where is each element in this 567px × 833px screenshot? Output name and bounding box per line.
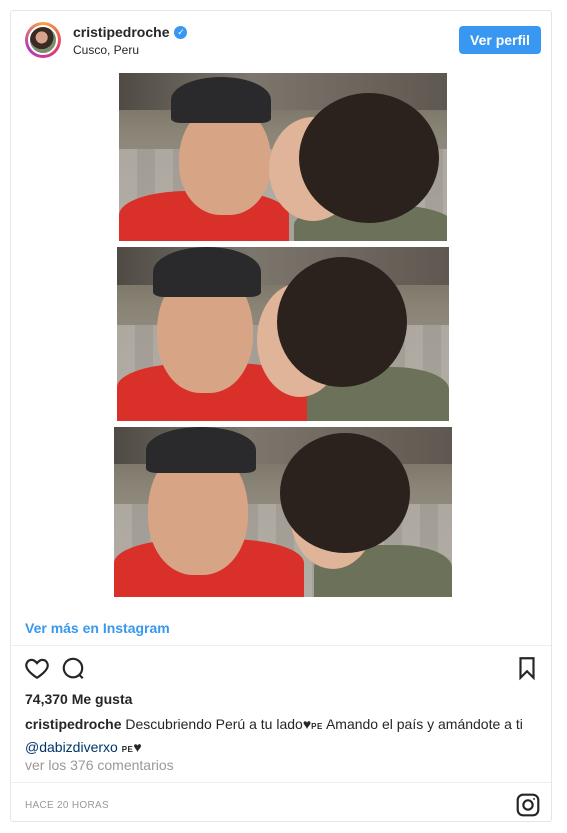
- photo-panel-1: [119, 73, 447, 241]
- username-row: cristipedroche ✓: [73, 24, 188, 40]
- heart-emoji-icon: ♥: [302, 716, 312, 732]
- like-button[interactable]: [23, 655, 51, 683]
- view-more-on-instagram-link[interactable]: Ver más en Instagram: [25, 620, 170, 636]
- view-profile-button[interactable]: Ver perfil: [459, 26, 541, 54]
- comment-button[interactable]: [59, 655, 87, 683]
- likes-count[interactable]: 74,370 Me gusta: [25, 691, 132, 707]
- avatar[interactable]: [25, 22, 61, 58]
- divider: [11, 645, 551, 646]
- view-comments-link[interactable]: ver los 376 comentarios: [25, 757, 174, 773]
- bookmark-icon: [519, 657, 535, 681]
- avatar-image: [28, 25, 58, 55]
- heart-emoji-icon: ♥: [133, 739, 142, 755]
- post-image[interactable]: [11, 71, 551, 611]
- caption-username[interactable]: cristipedroche: [25, 716, 121, 732]
- save-button[interactable]: [513, 655, 541, 683]
- peru-flag-icon: PE: [311, 722, 323, 731]
- photo-panel-2: [117, 247, 449, 421]
- caption-text-1: Descubriendo Perú a tu lado: [125, 716, 303, 732]
- post-footer: HACE 20 HORAS: [11, 782, 551, 823]
- peru-flag-icon: PE: [121, 745, 134, 754]
- instagram-embed-card: cristipedroche ✓ Cusco, Peru Ver perfil: [10, 10, 552, 822]
- instagram-icon[interactable]: [515, 792, 541, 818]
- caption-text-2: Amando el país y amándote a ti: [325, 716, 523, 732]
- post-header: cristipedroche ✓ Cusco, Peru Ver perfil: [11, 11, 551, 67]
- verified-badge-icon: ✓: [174, 25, 188, 39]
- comment-icon: [62, 657, 84, 680]
- photo-panel-3: [114, 427, 452, 597]
- username-link[interactable]: cristipedroche: [73, 24, 169, 40]
- caption: cristipedroche Descubriendo Perú a tu la…: [25, 714, 541, 760]
- action-bar: [11, 655, 551, 689]
- heart-icon: [25, 658, 49, 680]
- location-label[interactable]: Cusco, Peru: [73, 43, 139, 57]
- mention-link[interactable]: @dabizdiverxo: [25, 739, 118, 755]
- timestamp[interactable]: HACE 20 HORAS: [25, 800, 109, 811]
